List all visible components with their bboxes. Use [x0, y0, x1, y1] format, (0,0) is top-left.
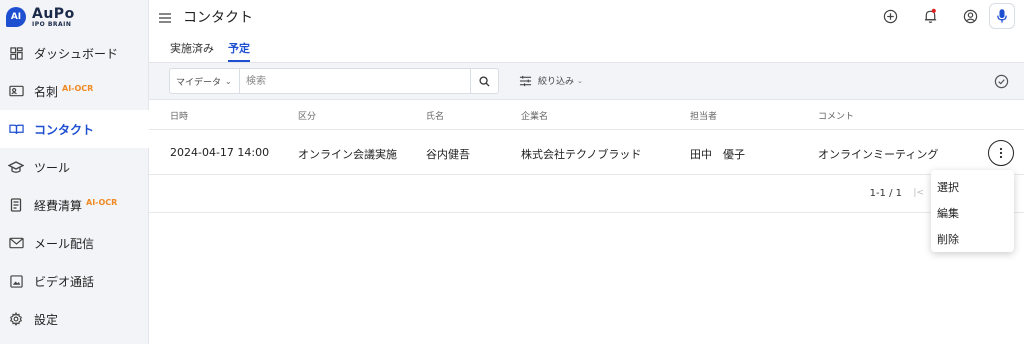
- menu-item-select[interactable]: 選択: [931, 174, 1014, 200]
- column-header-datetime[interactable]: 日時: [170, 109, 188, 122]
- tab-scheduled[interactable]: 予定: [228, 38, 250, 62]
- hamburger-menu-icon[interactable]: [159, 9, 171, 23]
- search-icon: [479, 75, 490, 87]
- tab-bar: 実施済み 予定: [170, 38, 264, 62]
- cell-comment: オンラインミーティング: [818, 148, 939, 161]
- cell-datetime: 2024-04-17 14:00: [170, 146, 270, 159]
- more-vertical-icon: [999, 147, 1003, 159]
- receipt-icon: [8, 197, 24, 213]
- sidebar-item-dashboard[interactable]: ダッシュボード: [0, 34, 149, 72]
- ai-ocr-badge: AI-OCR: [86, 197, 118, 207]
- logo-name: AuPo: [32, 5, 75, 22]
- sidebar-nav: ダッシュボード 名刺 AI-OCR コンタクト ツール 経費清算 AI-OCR …: [0, 34, 149, 338]
- table-row[interactable]: 2024-04-17 14:00 オンライン会議実施 谷内健吾 株式会社テクノブ…: [149, 131, 1024, 175]
- menu-item-edit[interactable]: 編集: [931, 200, 1014, 226]
- gear-icon: [8, 311, 24, 327]
- sidebar-item-video-call[interactable]: ビデオ通話: [0, 262, 149, 300]
- page-range: 1-1 / 1: [869, 188, 902, 199]
- business-card-icon: [8, 83, 24, 99]
- sidebar-item-label: 名刺: [34, 84, 59, 99]
- notification-bell-icon[interactable]: [921, 7, 939, 25]
- logo-subtitle: IPO BRAIN: [32, 20, 72, 28]
- filter-button[interactable]: 絞り込み ⌄: [519, 74, 583, 87]
- sidebar-item-label: ツール: [34, 160, 71, 175]
- sidebar-item-label: 経費清算: [34, 198, 83, 213]
- check-circle-icon[interactable]: [994, 74, 1010, 90]
- search-button[interactable]: [470, 69, 498, 93]
- microphone-icon: [997, 8, 1007, 23]
- column-header-comment[interactable]: コメント: [818, 109, 854, 122]
- sidebar-item-tools[interactable]: ツール: [0, 148, 149, 186]
- main-content: コンタクト 実施済み 予定 マイデータ ⌄ 検索 絞り込み ⌄ 日時 区分 氏名…: [149, 0, 1024, 344]
- sidebar-item-label: メール配信: [34, 236, 95, 251]
- row-more-button[interactable]: [988, 140, 1014, 166]
- book-icon: [8, 121, 24, 137]
- first-page-button[interactable]: |<: [913, 188, 924, 198]
- sidebar-item-label: コンタクト: [34, 122, 95, 137]
- cell-owner: 田中 優子: [690, 148, 745, 161]
- table-header: 日時 区分 氏名 企業名 担当者 コメント: [149, 100, 1024, 130]
- cell-category: オンライン会議実施: [298, 148, 397, 161]
- filter-label: 絞り込み: [538, 77, 575, 87]
- sidebar-item-expenses[interactable]: 経費清算 AI-OCR: [0, 186, 149, 224]
- menu-item-delete[interactable]: 削除: [931, 226, 1014, 252]
- data-scope-select[interactable]: マイデータ ⌄: [170, 69, 240, 93]
- ai-ocr-badge: AI-OCR: [62, 83, 94, 93]
- microphone-button[interactable]: [989, 3, 1015, 29]
- column-header-owner[interactable]: 担当者: [690, 109, 717, 122]
- cell-name: 谷内健吾: [426, 148, 470, 161]
- sidebar-item-label: ダッシュボード: [34, 46, 119, 61]
- chevron-down-icon: ⌄: [225, 76, 232, 86]
- sidebar-item-label: 設定: [34, 312, 59, 327]
- add-circle-icon[interactable]: [881, 7, 899, 25]
- dashboard-icon: [8, 45, 24, 61]
- sidebar-item-label: ビデオ通話: [34, 274, 95, 289]
- column-header-name[interactable]: 氏名: [426, 109, 444, 122]
- cell-company: 株式会社テクノブラッド: [521, 148, 642, 161]
- sidebar-item-mail[interactable]: メール配信: [0, 224, 149, 262]
- app-logo[interactable]: AI AuPo IPO BRAIN: [6, 4, 75, 30]
- data-scope-label: マイデータ: [176, 77, 222, 88]
- logo-badge: AI: [6, 7, 26, 27]
- sidebar-item-settings[interactable]: 設定: [0, 300, 149, 338]
- row-action-menu: 選択 編集 削除: [931, 170, 1014, 252]
- tab-completed[interactable]: 実施済み: [170, 38, 214, 62]
- search-group: マイデータ ⌄: [169, 68, 499, 94]
- mail-icon: [8, 235, 24, 251]
- top-bar: コンタクト: [149, 0, 1024, 32]
- filter-sliders-icon: [519, 75, 532, 86]
- graduation-cap-icon: [8, 159, 24, 175]
- sidebar-item-business-cards[interactable]: 名刺 AI-OCR: [0, 72, 149, 110]
- pagination: 1-1 / 1 |<: [149, 175, 1024, 213]
- image-icon: [8, 273, 24, 289]
- search-input[interactable]: [240, 69, 470, 93]
- user-account-icon[interactable]: [961, 7, 979, 25]
- filter-bar: マイデータ ⌄ 絞り込み ⌄: [149, 62, 1024, 100]
- column-header-company[interactable]: 企業名: [521, 109, 548, 122]
- sidebar: AI AuPo IPO BRAIN ダッシュボード 名刺 AI-OCR コンタク…: [0, 0, 149, 344]
- sidebar-item-contacts[interactable]: コンタクト: [0, 110, 149, 148]
- chevron-down-icon: ⌄: [577, 76, 583, 85]
- column-header-category[interactable]: 区分: [298, 109, 316, 122]
- page-title: コンタクト: [183, 10, 253, 26]
